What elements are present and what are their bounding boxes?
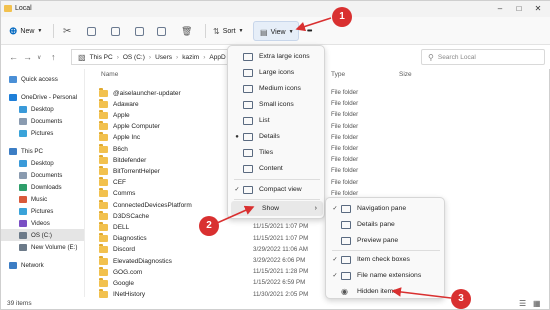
file-explorer-window: Local – □ ✕ ⊕ New ▼ ✂ 🗑 ⇅ Sort ▼ ▤ View … bbox=[0, 0, 550, 310]
annotation-arrows bbox=[216, 17, 452, 299]
step-badge-3: 3 bbox=[451, 289, 471, 309]
step-badge-1: 1 bbox=[332, 7, 352, 27]
arrow-to-hidden-items bbox=[391, 287, 452, 299]
arrow-to-show bbox=[216, 205, 255, 224]
step-badge-2: 2 bbox=[199, 216, 219, 236]
arrow-to-view bbox=[295, 17, 332, 32]
